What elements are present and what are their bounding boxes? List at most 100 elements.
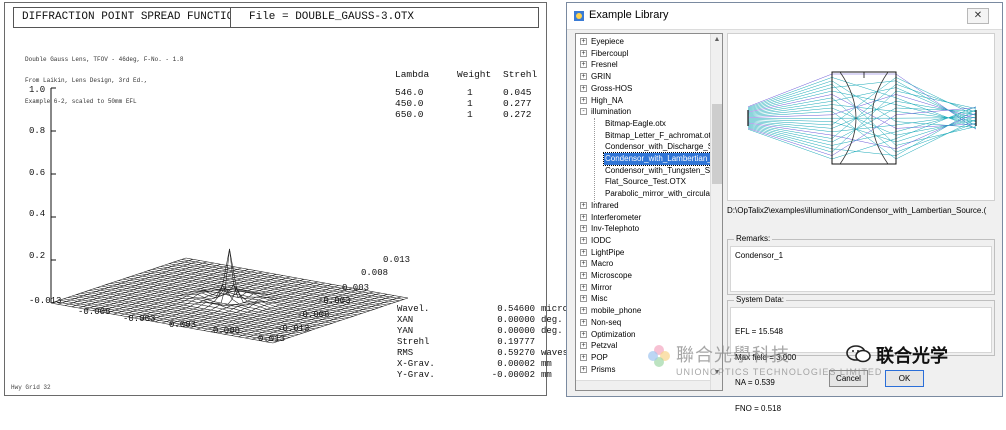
expand-icon[interactable]: +: [580, 38, 587, 45]
expand-icon[interactable]: +: [580, 249, 587, 256]
expand-icon[interactable]: +: [580, 331, 587, 338]
x-tick-label: -0.008: [78, 307, 110, 317]
ray-line: [748, 122, 832, 132]
expand-icon[interactable]: +: [580, 50, 587, 57]
tree-item-label: Non-seq: [590, 317, 622, 329]
ray-line: [896, 113, 976, 149]
z-tick-label: 0.6: [29, 168, 45, 178]
y-tick-label: 0.013: [383, 255, 410, 265]
z-axis: [51, 88, 56, 303]
dialog-title: Example Library: [589, 9, 668, 21]
vertical-scrollbar[interactable]: ▲ ▼: [710, 34, 723, 390]
stat-label: Wavel.: [397, 304, 429, 314]
scroll-thumb[interactable]: [712, 104, 722, 184]
psf-surface-plot: 1.0 0.8 0.6 0.4 0.2 -0.013 -0.008 -0.003…: [5, 3, 546, 395]
ray-line: [748, 81, 832, 109]
stat-label: YAN: [397, 326, 413, 336]
psf-plot-panel: DIFFRACTION POINT SPREAD FUNCTION File =…: [4, 2, 547, 396]
x-tick-label: 0.013: [258, 334, 285, 344]
ray-line: [832, 122, 896, 142]
ray-line: [832, 101, 896, 128]
ray-line: [896, 91, 976, 109]
tree-item-label: IODC: [590, 235, 612, 247]
ray-line: [896, 88, 976, 122]
x-tick-label: 0.003: [169, 320, 196, 330]
expand-icon[interactable]: +: [580, 73, 587, 80]
tree-item-label: Mirror: [590, 282, 613, 294]
system-data-line: FNO = 0.518: [735, 405, 987, 414]
tree-item-label: Fresnel: [590, 59, 619, 71]
stat-value: 0.19777: [471, 337, 535, 347]
remarks-group: Remarks: Condensor_1: [727, 239, 995, 295]
stat-label: RMS: [397, 348, 413, 358]
tree-item-label: mobile_phone: [590, 305, 642, 317]
ray-line: [832, 108, 896, 142]
ray-line: [832, 77, 896, 97]
expand-icon[interactable]: +: [580, 342, 587, 349]
y-tick-label: 0.003: [342, 283, 369, 293]
x-tick-label: -0.013: [29, 296, 61, 306]
remarks-text: Condensor_1: [730, 246, 992, 292]
grid-size-label: Hwy Grid 32: [11, 384, 51, 391]
app-icon: [573, 10, 585, 22]
expand-icon[interactable]: +: [580, 237, 587, 244]
mesh-line: [162, 249, 297, 323]
expand-icon[interactable]: +: [580, 307, 587, 314]
stat-value: 0.54600: [471, 304, 535, 314]
tree-item-label: Interferometer: [590, 212, 642, 224]
ray-line: [832, 135, 896, 149]
expand-icon[interactable]: +: [580, 366, 587, 373]
ray-trace-drawing: [748, 72, 976, 164]
tree-item-label: Petzval: [590, 340, 618, 352]
expand-icon[interactable]: +: [580, 214, 587, 221]
expand-icon[interactable]: +: [580, 260, 587, 267]
wechat-icon: [846, 344, 872, 364]
ray-line: [832, 105, 896, 112]
expand-icon[interactable]: +: [580, 85, 587, 92]
z-tick-label: 0.2: [29, 251, 45, 261]
remarks-title: Remarks:: [734, 234, 772, 243]
z-tick-label: 1.0: [29, 85, 45, 95]
z-tick-label: 0.8: [29, 126, 45, 136]
example-tree[interactable]: +Eyepiece+Fibercoupl+Fresnel+GRIN+Gross-…: [575, 33, 723, 391]
collapse-icon[interactable]: -: [580, 108, 587, 115]
expand-icon[interactable]: +: [580, 97, 587, 104]
expand-icon[interactable]: +: [580, 272, 587, 279]
ray-line: [748, 74, 832, 107]
tree-item-label: GRIN: [590, 71, 612, 83]
ray-line: [832, 94, 896, 114]
wechat-account-name: 联合光学: [876, 342, 948, 368]
ray-line: [832, 91, 896, 105]
expand-icon[interactable]: +: [580, 354, 587, 361]
expand-icon[interactable]: +: [580, 284, 587, 291]
stat-value: 0.00002: [471, 359, 535, 369]
close-button[interactable]: ✕: [967, 8, 989, 24]
expand-icon[interactable]: +: [580, 61, 587, 68]
ray-line: [896, 123, 976, 152]
ray-line: [832, 139, 896, 159]
expand-icon[interactable]: +: [580, 319, 587, 326]
scroll-up-icon[interactable]: ▲: [712, 35, 722, 45]
stat-value: 0.00000: [471, 315, 535, 325]
expand-icon[interactable]: +: [580, 295, 587, 302]
expand-icon[interactable]: +: [580, 225, 587, 232]
stat-value: 0.59270: [471, 348, 535, 358]
ray-line: [748, 115, 832, 118]
ray-line: [748, 91, 832, 111]
expand-icon[interactable]: +: [580, 202, 587, 209]
lens-preview: [727, 33, 995, 201]
stat-label: X-Grav.: [397, 359, 435, 369]
system-data-line: EFL = 15.548: [735, 328, 987, 337]
ray-line: [832, 115, 896, 156]
ray-line: [748, 120, 832, 125]
system-data-title: System Data:: [734, 295, 786, 304]
z-tick-label: 0.4: [29, 209, 45, 219]
stat-unit: deg.: [541, 326, 563, 336]
dialog-titlebar[interactable]: Example Library ✕: [567, 3, 1002, 30]
tree-item-label: Fibercoupl: [590, 48, 629, 60]
stat-label: Strehl: [397, 337, 429, 347]
watermark-chinese: 聯合光學科技: [676, 341, 790, 367]
tree-item-label: Bitmap-Eagle.otx: [604, 118, 667, 130]
stat-unit: mm: [541, 359, 552, 369]
stat-label: XAN: [397, 315, 413, 325]
